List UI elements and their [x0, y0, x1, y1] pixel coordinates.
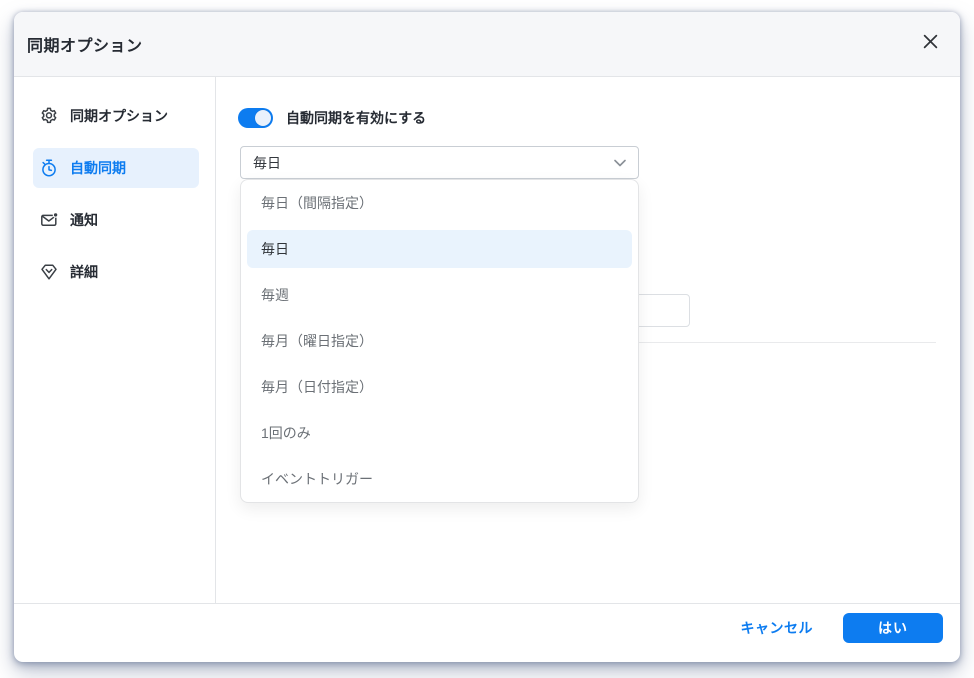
frequency-select[interactable]: 毎日	[240, 146, 639, 179]
chevron-down-icon	[614, 159, 626, 167]
sidebar-item-advanced[interactable]: 詳細	[33, 252, 199, 292]
sidebar-item-sync-options[interactable]: 同期オプション	[33, 96, 199, 136]
dropdown-option[interactable]: 毎日（間隔指定）	[247, 184, 632, 222]
gem-icon	[39, 262, 59, 282]
dropdown-option[interactable]: 1回のみ	[247, 414, 632, 452]
dialog-titlebar: 同期オプション	[14, 12, 960, 77]
toggle-knob-icon	[255, 110, 271, 126]
frequency-dropdown: 毎日（間隔指定） 毎日毎週毎月（曜日指定） 毎月（日付指定） 1回のみイベントトリガー	[240, 179, 639, 503]
close-button[interactable]	[917, 31, 943, 57]
dropdown-option[interactable]: イベントトリガー	[247, 460, 632, 498]
dropdown-option[interactable]: 毎月（日付指定）	[247, 368, 632, 406]
dropdown-option[interactable]: 毎月（曜日指定）	[247, 322, 632, 360]
dialog-footer: キャンセル はい	[14, 603, 960, 662]
dialog-title: 同期オプション	[27, 38, 143, 55]
gear-icon	[39, 106, 59, 126]
dropdown-option[interactable]: 毎週	[247, 276, 632, 314]
sidebar-item-label: 同期オプション	[70, 108, 168, 124]
ok-button[interactable]: はい	[843, 613, 943, 643]
sidebar-item-label: 自動同期	[70, 160, 126, 176]
close-icon	[923, 34, 938, 54]
stopwatch-icon	[39, 158, 59, 178]
dropdown-option[interactable]: 毎日	[247, 230, 632, 268]
sidebar: 同期オプション 自動同期通知詳細	[14, 77, 216, 603]
sidebar-item-label: 詳細	[70, 264, 98, 280]
auto-sync-toggle-label: 自動同期を有効にする	[286, 110, 427, 126]
sidebar-item-notification[interactable]: 通知	[33, 200, 199, 240]
mail-notification-icon	[39, 210, 59, 230]
auto-sync-toggle[interactable]	[238, 108, 273, 128]
sidebar-item-label: 通知	[70, 212, 98, 228]
main-content: 自動同期を有効にする 毎日 毎日（間隔指定） 毎日毎週毎月（曜日指定） 毎月（日付指…	[217, 77, 960, 603]
auto-sync-toggle-row: 自動同期を有効にする	[238, 108, 426, 128]
sidebar-item-auto-sync[interactable]: 自動同期	[33, 148, 199, 188]
sync-options-dialog: 同期オプション 同期オプション 自動同期 通知 詳細 自動同期を有効にする 毎日 毎日…	[14, 12, 960, 662]
frequency-select-value: 毎日	[253, 154, 281, 171]
cancel-button[interactable]: キャンセル	[741, 618, 814, 638]
